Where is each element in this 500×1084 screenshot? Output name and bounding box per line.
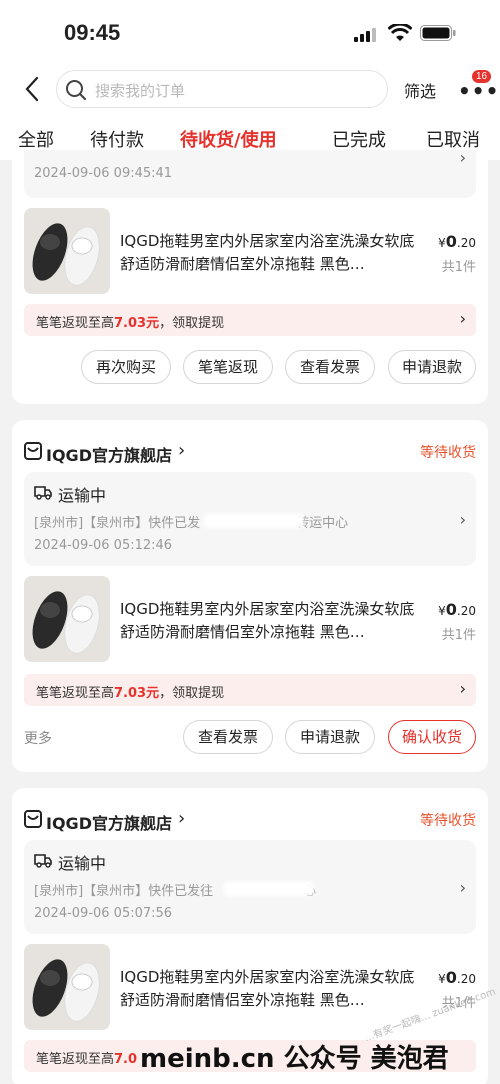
product-image[interactable] <box>24 944 110 1030</box>
tab-completed[interactable]: 已完成 <box>332 126 386 152</box>
search-placeholder: 搜索我的订单 <box>95 82 186 100</box>
product-title[interactable]: IQGD拖鞋男室内外居家室内浴室洗澡女软底舒适防滑耐磨情侣室外凉拖鞋 黑色… <box>120 230 425 276</box>
confirm-receipt-button[interactable]: 确认收货 <box>388 720 476 754</box>
store-icon <box>24 810 42 828</box>
request-refund-button[interactable]: 申请退款 <box>388 350 476 384</box>
store-name: IQGD官方旗舰店 <box>46 814 172 833</box>
wifi-icon <box>388 24 412 41</box>
chevron-right-icon: › <box>178 808 186 829</box>
notification-badge: 16 <box>472 70 492 83</box>
product-price: ¥0.20 <box>438 968 476 987</box>
chevron-right-icon: › <box>459 679 466 698</box>
order-status: 等待收货 <box>420 445 476 461</box>
price-dec: .20 <box>456 972 476 986</box>
search-icon <box>66 80 87 101</box>
cashback-text: 笔笔返现至高7.03元，领取提现 <box>36 316 225 331</box>
product-image[interactable] <box>24 208 110 294</box>
logistics-time: 2024-09-06 05:12:46 <box>34 538 173 553</box>
cashback-banner[interactable]: 笔笔返现至高7.03元，领取提现 › <box>24 674 476 706</box>
chevron-right-icon: › <box>459 309 466 328</box>
cashback-banner[interactable]: 笔笔返现至高7.03元，领取提现 › <box>24 304 476 336</box>
product-qty: 共1件 <box>441 628 476 643</box>
header: 搜索我的订单 筛选 ••• 16 <box>0 62 500 116</box>
order-card: 2024-09-06 09:45:41 › IQGD拖鞋男室内外居家室内浴室洗澡… <box>12 148 488 404</box>
store-icon <box>24 442 42 460</box>
chevron-right-icon: › <box>178 440 186 461</box>
price-dec: .20 <box>456 236 476 250</box>
tab-pending-payment[interactable]: 待付款 <box>90 126 144 152</box>
status-bar: 09:45 <box>0 0 500 62</box>
back-icon[interactable] <box>24 76 40 102</box>
more-dots-icon: ••• <box>458 79 500 103</box>
product-qty: 共1件 <box>441 260 476 275</box>
product-image[interactable] <box>24 576 110 662</box>
cashback-text: 笔笔返现至高7.03元，领取提现 <box>36 686 225 701</box>
logistics-box[interactable]: 2024-09-06 09:45:41 › <box>24 148 476 198</box>
product-title[interactable]: IQGD拖鞋男室内外居家室内浴室洗澡女软底舒适防滑耐磨情侣室外凉拖鞋 黑色… <box>120 598 425 644</box>
logistics-time: 2024-09-06 09:45:41 <box>34 166 173 181</box>
logistics-box[interactable]: 运输中 [泉州市]【泉州市】快件已发 转运中心 2024-09-06 05:12:… <box>24 472 476 566</box>
more-link[interactable]: 更多 <box>24 728 52 748</box>
slippers-image <box>24 944 110 1030</box>
truck-icon <box>34 486 52 500</box>
product-price: ¥0.20 <box>438 600 476 619</box>
redaction <box>204 514 304 528</box>
tab-all[interactable]: 全部 <box>18 126 54 152</box>
filter-button[interactable]: 筛选 <box>404 78 436 102</box>
chevron-right-icon: › <box>459 148 466 167</box>
price-int: 0 <box>445 968 457 987</box>
logistics-time: 2024-09-06 05:07:56 <box>34 906 173 921</box>
signal-icon <box>354 28 376 42</box>
order-card: IQGD官方旗舰店 › 等待收货 运输中 [泉州市]【泉州市】快件已发 转运中心 … <box>12 420 488 772</box>
logistics-title: 运输中 <box>58 486 107 505</box>
store-name: IQGD官方旗舰店 <box>46 446 172 465</box>
currency: ¥ <box>438 236 446 250</box>
price-int: 0 <box>445 600 457 619</box>
request-refund-button[interactable]: 申请退款 <box>285 720 375 754</box>
price-int: 0 <box>445 232 457 251</box>
slippers-image <box>24 208 110 294</box>
chevron-right-icon: › <box>459 878 466 897</box>
more-button[interactable]: ••• 16 <box>456 70 498 104</box>
product-title[interactable]: IQGD拖鞋男室内外居家室内浴室洗澡女软底舒适防滑耐磨情侣室外凉拖鞋 黑色… <box>120 966 425 1012</box>
search-input[interactable]: 搜索我的订单 <box>56 70 388 108</box>
buy-again-button[interactable]: 再次购买 <box>81 350 171 384</box>
tab-pending-receipt[interactable]: 待收货/使用 <box>180 126 277 152</box>
product-price: ¥0.20 <box>438 232 476 251</box>
redaction <box>224 882 314 896</box>
chevron-right-icon: › <box>459 510 466 529</box>
order-status: 等待收货 <box>420 813 476 829</box>
currency: ¥ <box>438 972 446 986</box>
logistics-box[interactable]: 运输中 [泉州市]【泉州市】快件已发往心 2024-09-06 05:07:56… <box>24 840 476 934</box>
currency: ¥ <box>438 604 446 618</box>
view-invoice-button[interactable]: 查看发票 <box>183 720 273 754</box>
status-time: 09:45 <box>64 20 121 45</box>
logistics-title: 运输中 <box>58 854 107 873</box>
price-dec: .20 <box>456 604 476 618</box>
watermark: meinb.cn 公众号 美泡君 <box>140 1044 449 1074</box>
battery-icon <box>420 25 456 41</box>
tab-cancelled[interactable]: 已取消 <box>426 126 480 152</box>
cashback-text: 笔笔返现至高7.0 <box>36 1052 138 1067</box>
truck-icon <box>34 854 52 868</box>
slippers-image <box>24 576 110 662</box>
cashback-button[interactable]: 笔笔返现 <box>183 350 273 384</box>
view-invoice-button[interactable]: 查看发票 <box>285 350 375 384</box>
